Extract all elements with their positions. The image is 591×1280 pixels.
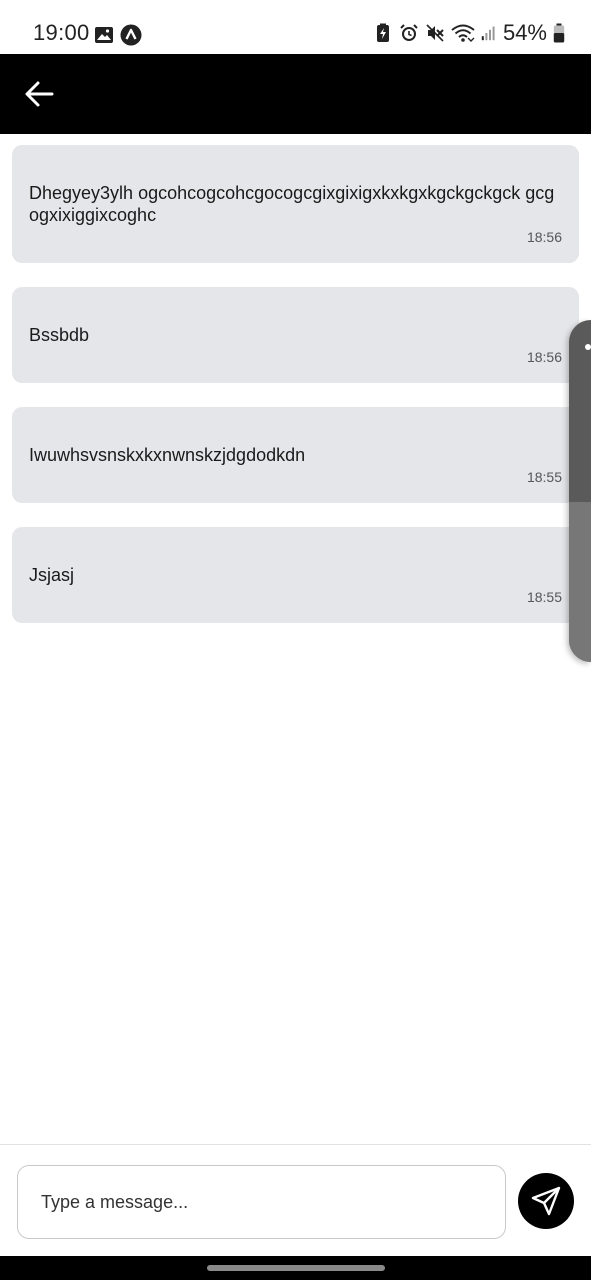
navigation-bar [0, 1256, 591, 1280]
message-list[interactable]: Dhegyey3ylh ogcohcogcohcgocogcgixgixigxk… [0, 134, 591, 1144]
message-input[interactable] [17, 1165, 506, 1239]
app-bar [0, 54, 591, 134]
status-left-icons [94, 24, 142, 46]
message-bubble[interactable]: Dhegyey3ylh ogcohcogcohcgocogcgixgixigxk… [12, 145, 579, 263]
message-time: 18:56 [526, 229, 562, 245]
message-text: Iwuwhsvsnskxkxnwnskzjdgdodkdn [29, 445, 306, 465]
signal-icon [481, 26, 495, 41]
status-right-icons: 54% [373, 20, 565, 46]
edge-panel-dot [585, 344, 591, 350]
send-button[interactable] [518, 1173, 574, 1229]
alarm-icon [400, 24, 418, 41]
message-time: 18:55 [526, 589, 562, 605]
message-time: 18:55 [526, 469, 562, 485]
edge-panel-handle[interactable] [569, 320, 591, 662]
message-text: Bssbdb [29, 325, 90, 345]
message-composer [0, 1144, 591, 1256]
app-notification-icon [120, 24, 142, 46]
mute-icon [426, 24, 444, 42]
chat-screen: 19:00 54% Dhegyey3ylh ogcohcogcohcgocogc… [0, 0, 591, 1280]
status-time: 19:00 [33, 20, 90, 45]
home-gesture-handle[interactable] [207, 1265, 385, 1271]
wifi-icon [451, 24, 475, 42]
battery-saver-icon [376, 23, 389, 42]
back-arrow-icon[interactable] [22, 78, 56, 110]
edge-panel-lower [569, 502, 591, 662]
send-icon [531, 1186, 561, 1216]
message-bubble[interactable]: Jsjasj 18:55 [12, 527, 579, 623]
battery-percent: 54% [502, 20, 547, 45]
message-text: Dhegyey3ylh ogcohcogcohcgocogcgixgixigxk… [29, 183, 555, 225]
message-bubble[interactable]: Iwuwhsvsnskxkxnwnskzjdgdodkdn 18:55 [12, 407, 579, 503]
status-bar: 19:00 54% [0, 0, 591, 54]
message-time: 18:56 [526, 349, 562, 365]
battery-icon [553, 23, 565, 43]
message-bubble[interactable]: Bssbdb 18:56 [12, 287, 579, 383]
gallery-icon [95, 27, 113, 43]
message-text: Jsjasj [29, 565, 75, 585]
